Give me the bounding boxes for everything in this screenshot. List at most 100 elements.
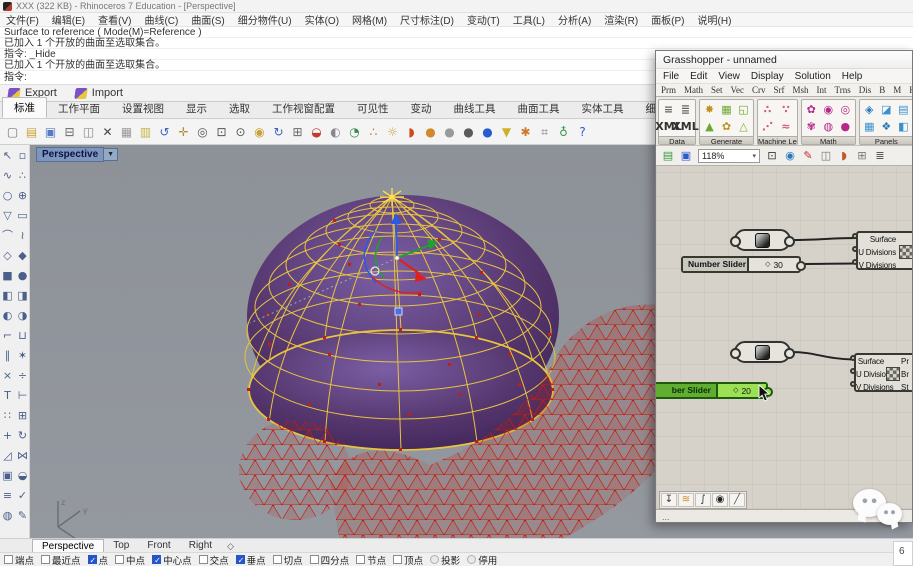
toolbar-icon[interactable]: ▦ — [117, 122, 136, 142]
component-icon[interactable]: ● — [837, 118, 854, 135]
sidebar-tool-icon[interactable]: ≡ — [0, 485, 15, 505]
sidebar-tool-icon[interactable]: ↻ — [15, 425, 30, 445]
group-label[interactable]: Generate — [700, 136, 753, 144]
sidebar-tool-icon[interactable]: ∷ — [0, 405, 15, 425]
canvas-toolbar-icon[interactable]: ◫ — [818, 148, 834, 164]
toolbar-icon[interactable]: ◫ — [79, 122, 98, 142]
panel-node-top[interactable]: Surface U Divisions V Divisions — [856, 231, 912, 270]
group-label[interactable]: Data — [659, 136, 695, 144]
menu-item[interactable]: 细分物件(U) — [238, 12, 292, 27]
menu-item[interactable]: 渲染(R) — [604, 12, 638, 27]
checkbox-icon[interactable] — [4, 555, 13, 564]
component-icon[interactable]: ◧ — [895, 118, 912, 135]
number-slider-bottom-selected[interactable]: ber Slider ◇20 — [656, 382, 768, 399]
sidebar-tool-icon[interactable]: ⋈ — [15, 445, 30, 465]
checkbox-icon[interactable] — [236, 555, 245, 564]
sidebar-tool-icon[interactable]: ○ — [0, 185, 15, 205]
osnap-item[interactable]: 中点 — [115, 553, 145, 566]
component-icon[interactable]: ✸ — [701, 101, 718, 118]
gh-tab[interactable]: Int — [817, 85, 827, 95]
group-label[interactable]: Math — [802, 136, 855, 144]
grasshopper-canvas[interactable]: Surface U Divisions V Divisions Number S… — [656, 166, 912, 509]
component-icon[interactable]: ❖ — [878, 118, 895, 135]
checkbox-icon[interactable] — [199, 555, 208, 564]
sidebar-tool-icon[interactable]: ⊞ — [15, 405, 30, 425]
sidebar-tool-icon[interactable]: ✶ — [15, 345, 30, 365]
toolbar-icon[interactable]: ● — [459, 122, 478, 142]
checkbox-icon[interactable] — [430, 555, 439, 564]
menu-item[interactable]: 工具(L) — [513, 12, 545, 27]
menu-item[interactable]: 查看(V) — [98, 12, 131, 27]
component-icon[interactable]: ∴ — [759, 101, 776, 118]
sidebar-tool-icon[interactable]: ≀ — [15, 225, 30, 245]
checkbox-icon[interactable] — [152, 555, 161, 564]
sidebar-tool-icon[interactable]: ◍ — [0, 505, 15, 525]
component-icon[interactable]: ◪ — [878, 101, 895, 118]
checkbox-icon[interactable] — [41, 555, 50, 564]
gh-tab[interactable]: B — [879, 85, 885, 95]
viewport-tab[interactable]: Top — [104, 539, 138, 552]
menu-item[interactable]: 文件(F) — [6, 12, 39, 27]
component-icon[interactable]: ◉ — [820, 101, 837, 118]
toolbar-icon[interactable]: ▤ — [22, 122, 41, 142]
gh-tab[interactable]: Set — [711, 85, 723, 95]
group-label[interactable]: Machine Le — [758, 136, 797, 144]
viewport-tab[interactable]: Front — [138, 539, 179, 552]
canvas-toolbar-icon[interactable]: ◉ — [782, 148, 798, 164]
gh-menu-item[interactable]: Solution — [795, 71, 831, 82]
mini-toolbar-icon[interactable]: ╱ — [729, 493, 745, 507]
gh-menu-item[interactable]: File — [663, 71, 679, 82]
toolbar-tab[interactable]: 曲面工具 — [507, 99, 571, 118]
toolbar-icon[interactable]: ✕ — [98, 122, 117, 142]
toolbar-tab[interactable]: 可见性 — [346, 99, 400, 118]
component-icon[interactable]: ≡ — [660, 101, 677, 118]
component-icon[interactable]: ◍ — [820, 118, 837, 135]
gh-tab[interactable]: Dis — [859, 85, 872, 95]
sidebar-tool-icon[interactable]: × — [0, 365, 15, 385]
sidebar-tool-icon[interactable]: ∿ — [0, 165, 15, 185]
grasshopper-titlebar[interactable]: Grasshopper - unnamed — [656, 51, 912, 69]
component-icon[interactable]: ▲ — [701, 118, 718, 135]
sidebar-tool-icon[interactable]: ◒ — [15, 465, 30, 485]
osnap-item[interactable]: 交点 — [199, 553, 229, 566]
input-port[interactable] — [852, 233, 858, 239]
osnap-item[interactable]: 切点 — [273, 553, 303, 566]
sidebar-tool-icon[interactable]: ◇ — [0, 245, 15, 265]
component-icon[interactable]: ✿ — [718, 118, 735, 135]
toolbar-icon[interactable]: ⌗ — [535, 122, 554, 142]
menu-item[interactable]: 曲面(S) — [191, 12, 224, 27]
component-icon[interactable]: ✿ — [803, 101, 820, 118]
surface-param-node-bottom[interactable] — [734, 341, 791, 363]
input-port[interactable] — [852, 246, 858, 252]
component-icon[interactable]: ✾ — [803, 118, 820, 135]
menu-item[interactable]: 变动(T) — [467, 12, 500, 27]
viewport-dropdown-icon[interactable]: ▼ — [104, 148, 118, 161]
menu-item[interactable]: 网格(M) — [352, 12, 387, 27]
sidebar-tool-icon[interactable]: ▽ — [0, 205, 15, 225]
viewport-tab[interactable]: Perspective — [32, 539, 104, 552]
sidebar-tool-icon[interactable]: T — [0, 385, 15, 405]
toolbar-icon[interactable]: ◐ — [326, 122, 345, 142]
gh-tab[interactable]: Crv — [752, 85, 766, 95]
viewport-tab[interactable]: Right — [180, 539, 221, 552]
input-port[interactable] — [852, 259, 858, 265]
checkbox-icon[interactable] — [273, 555, 282, 564]
sidebar-tool-icon[interactable]: ▭ — [15, 205, 30, 225]
toolbar-tab[interactable]: 变动 — [400, 99, 443, 118]
component-icon[interactable]: ≈ — [777, 118, 794, 135]
menu-item[interactable]: 编辑(E) — [52, 12, 85, 27]
gh-tab[interactable]: Math — [684, 85, 703, 95]
osnap-item[interactable]: 四分点 — [310, 553, 350, 566]
osnap-item[interactable]: 中心点 — [152, 553, 192, 566]
toolbar-icon[interactable]: ◎ — [193, 122, 212, 142]
toolbar-icon[interactable]: ∴ — [364, 122, 383, 142]
toolbar-tab[interactable]: 显示 — [175, 99, 218, 118]
menu-item[interactable]: 曲线(C) — [144, 12, 178, 27]
component-icon[interactable]: ▦ — [861, 118, 878, 135]
osnap-item[interactable]: 停用 — [467, 553, 497, 566]
toolbar-icon[interactable]: ⊞ — [288, 122, 307, 142]
component-icon[interactable]: ▦ — [718, 101, 735, 118]
sidebar-tool-icon[interactable]: ⌐ — [0, 325, 15, 345]
osnap-item[interactable]: 投影 — [430, 553, 460, 566]
toolbar-icon[interactable]: ↺ — [155, 122, 174, 142]
